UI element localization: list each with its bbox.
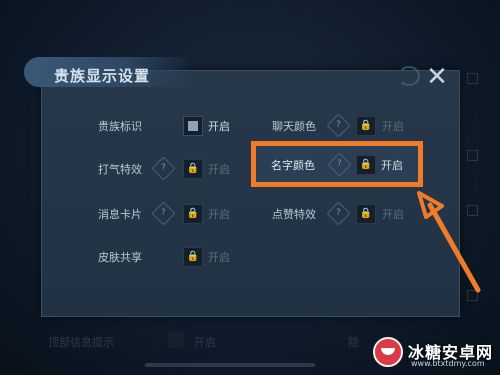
watermark-logo-icon <box>373 337 403 367</box>
watermark: 冰糖安卓网 www.btxtdmy.com <box>373 335 497 371</box>
watermark-url: www.btxtdmy.com <box>411 359 485 368</box>
pointer-arrow-icon <box>417 191 481 293</box>
home-indicator <box>145 363 315 367</box>
